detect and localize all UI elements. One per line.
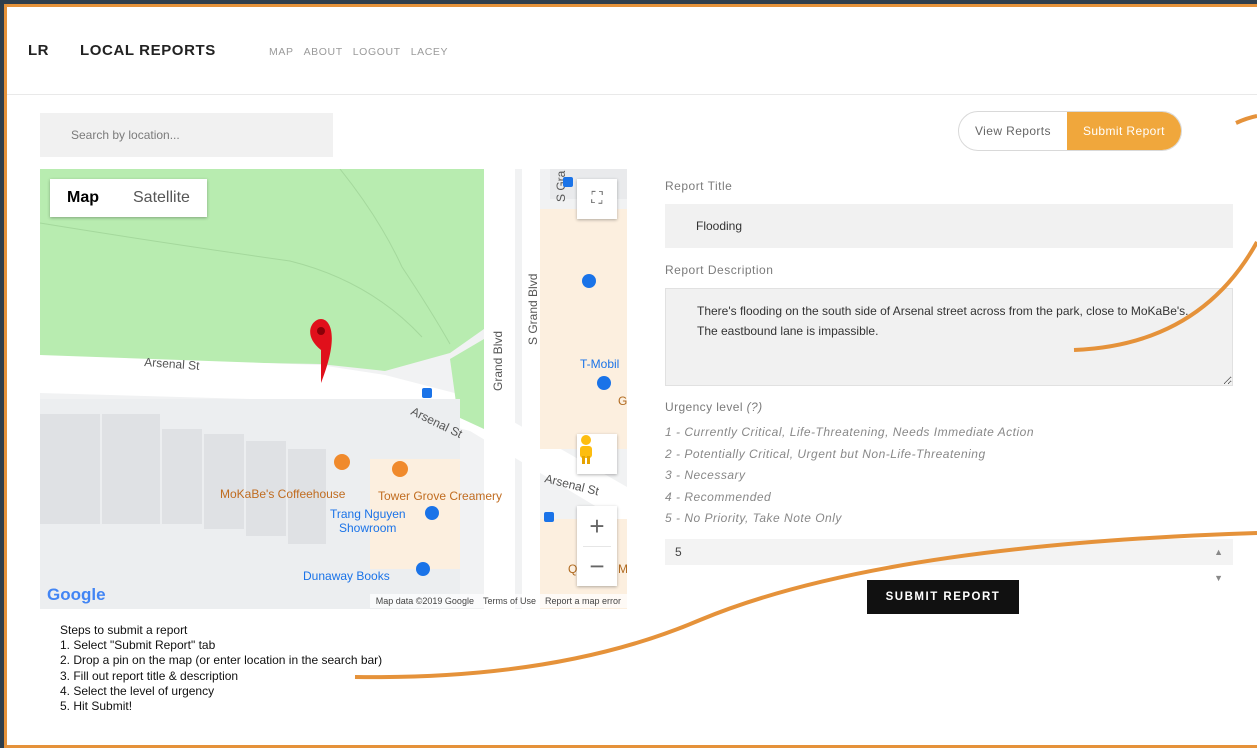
bus-icon	[563, 177, 573, 187]
urgency-level-item: 3 - Necessary	[665, 468, 746, 483]
urgency-level-label: Urgency level (?)	[665, 400, 763, 414]
steps-instructions: Steps to submit a report 1. Select "Subm…	[60, 623, 382, 714]
street-label-grand-blvd: Grand Blvd	[491, 331, 505, 391]
step-item: 1. Select "Submit Report" tab	[60, 638, 216, 653]
brand-logo[interactable]: LR	[28, 42, 49, 59]
search-input[interactable]	[40, 113, 333, 157]
zoom-out-button[interactable]: −	[577, 546, 617, 586]
brand-name[interactable]: LOCAL REPORTS	[80, 42, 216, 59]
map-canvas[interactable]: Arsenal St Arsenal St Arsenal St Grand B…	[40, 169, 627, 609]
tab-submit-report[interactable]: Submit Report	[1066, 112, 1181, 150]
urgency-label-text: Urgency level	[665, 400, 743, 414]
map-type-satellite-button[interactable]: Satellite	[116, 179, 207, 217]
poi-label-showroom: Showroom	[339, 521, 396, 535]
cafe-icon[interactable]	[334, 454, 350, 470]
step-item: 4. Select the level of urgency	[60, 683, 215, 698]
building	[40, 414, 100, 524]
building	[204, 434, 244, 529]
urgency-select-value: 5	[675, 545, 682, 559]
shopping-icon[interactable]	[416, 562, 430, 576]
nav-links: MAP ABOUT LOGOUT LACEY	[269, 46, 448, 58]
nav-link-user[interactable]: LACEY	[411, 46, 448, 58]
poi-label-trang-nguyen[interactable]: Trang Nguyen	[330, 507, 406, 521]
block-tmobile	[540, 209, 627, 449]
submit-report-button[interactable]: SUBMIT REPORT	[867, 580, 1019, 614]
nav-link-map[interactable]: MAP	[269, 46, 294, 58]
urgency-level-item: 1 - Currently Critical, Life-Threatening…	[665, 425, 1035, 439]
step-item: 3. Fill out report title & description	[60, 668, 239, 683]
map-type-control: Map Satellite	[50, 179, 207, 217]
s-grand-blvd-road	[522, 169, 540, 609]
report-title-label: Report Title	[665, 179, 733, 193]
poi-label-m: M	[618, 562, 627, 576]
poi-label-tower-grove[interactable]: Tower Grove Creamery	[378, 489, 502, 503]
steps-heading: Steps to submit a report	[60, 623, 188, 637]
shopping-icon[interactable]	[425, 506, 439, 520]
report-description-textarea[interactable]: There's flooding on the south side of Ar…	[665, 288, 1233, 386]
poi-label-tmobile: T-Mobil	[580, 357, 619, 371]
tab-view-reports[interactable]: View Reports	[959, 112, 1067, 150]
urgency-help-link[interactable]: (?)	[747, 400, 763, 414]
step-item: 5. Hit Submit!	[60, 699, 133, 714]
zoom-in-button[interactable]: +	[577, 506, 617, 546]
bus-icon	[422, 388, 432, 398]
street-label-s-grand-blvd: S Grand Blvd	[526, 274, 540, 345]
report-title-input[interactable]	[665, 204, 1233, 248]
poi-label-g: G	[618, 394, 627, 408]
building	[102, 414, 160, 524]
urgency-levels-list: 1 - Currently Critical, Life-Threatening…	[665, 422, 1034, 530]
map-footer: Map data ©2019 Google Terms of Use Repor…	[369, 594, 627, 608]
select-caret-icon: ▲ ▼	[1214, 547, 1223, 583]
poi-label-q: Q	[568, 562, 577, 576]
nav-link-about[interactable]: ABOUT	[304, 46, 343, 58]
pegman-icon	[580, 435, 592, 464]
restaurant-icon[interactable]	[392, 461, 408, 477]
shopping-icon[interactable]	[582, 274, 596, 288]
zoom-control: + −	[577, 506, 617, 586]
urgency-level-item: 4 - Recommended	[665, 489, 772, 504]
zoom-divider	[583, 546, 611, 547]
nav-link-logout[interactable]: LOGOUT	[353, 46, 401, 58]
fullscreen-icon: ⛶	[591, 190, 603, 207]
pin-dot	[317, 327, 325, 335]
report-description-label: Report Description	[665, 263, 774, 277]
terms-of-use-link[interactable]: Terms of Use	[483, 596, 536, 606]
bus-icon	[544, 512, 554, 522]
step-item: 2. Drop a pin on the map (or enter locat…	[60, 653, 383, 668]
shopping-icon[interactable]	[597, 376, 611, 390]
urgency-level-item: 5 - No Priority, Take Note Only	[665, 511, 842, 526]
street-view-button[interactable]	[577, 434, 617, 474]
fullscreen-button[interactable]: ⛶	[577, 179, 617, 219]
poi-label-mokabes[interactable]: MoKaBe's Coffeehouse	[220, 487, 346, 501]
report-map-error-link[interactable]: Report a map error	[545, 596, 621, 606]
urgency-level-item: 2 - Potentially Critical, Urgent but Non…	[665, 446, 986, 461]
report-tabs: View Reports Submit Report	[958, 111, 1182, 151]
map-data-attribution: Map data ©2019 Google	[375, 596, 474, 606]
map-view[interactable]: Arsenal St Arsenal St Arsenal St Grand B…	[40, 169, 627, 609]
app-frame: LR LOCAL REPORTS MAP ABOUT LOGOUT LACEY …	[4, 4, 1257, 748]
urgency-select[interactable]: 5 ▲ ▼	[665, 539, 1233, 583]
google-logo[interactable]: Google	[47, 585, 106, 605]
poi-label-dunaway[interactable]: Dunaway Books	[303, 569, 390, 583]
building	[162, 429, 202, 524]
navbar: LR LOCAL REPORTS MAP ABOUT LOGOUT LACEY	[7, 7, 1257, 95]
map-type-map-button[interactable]: Map	[50, 179, 116, 217]
